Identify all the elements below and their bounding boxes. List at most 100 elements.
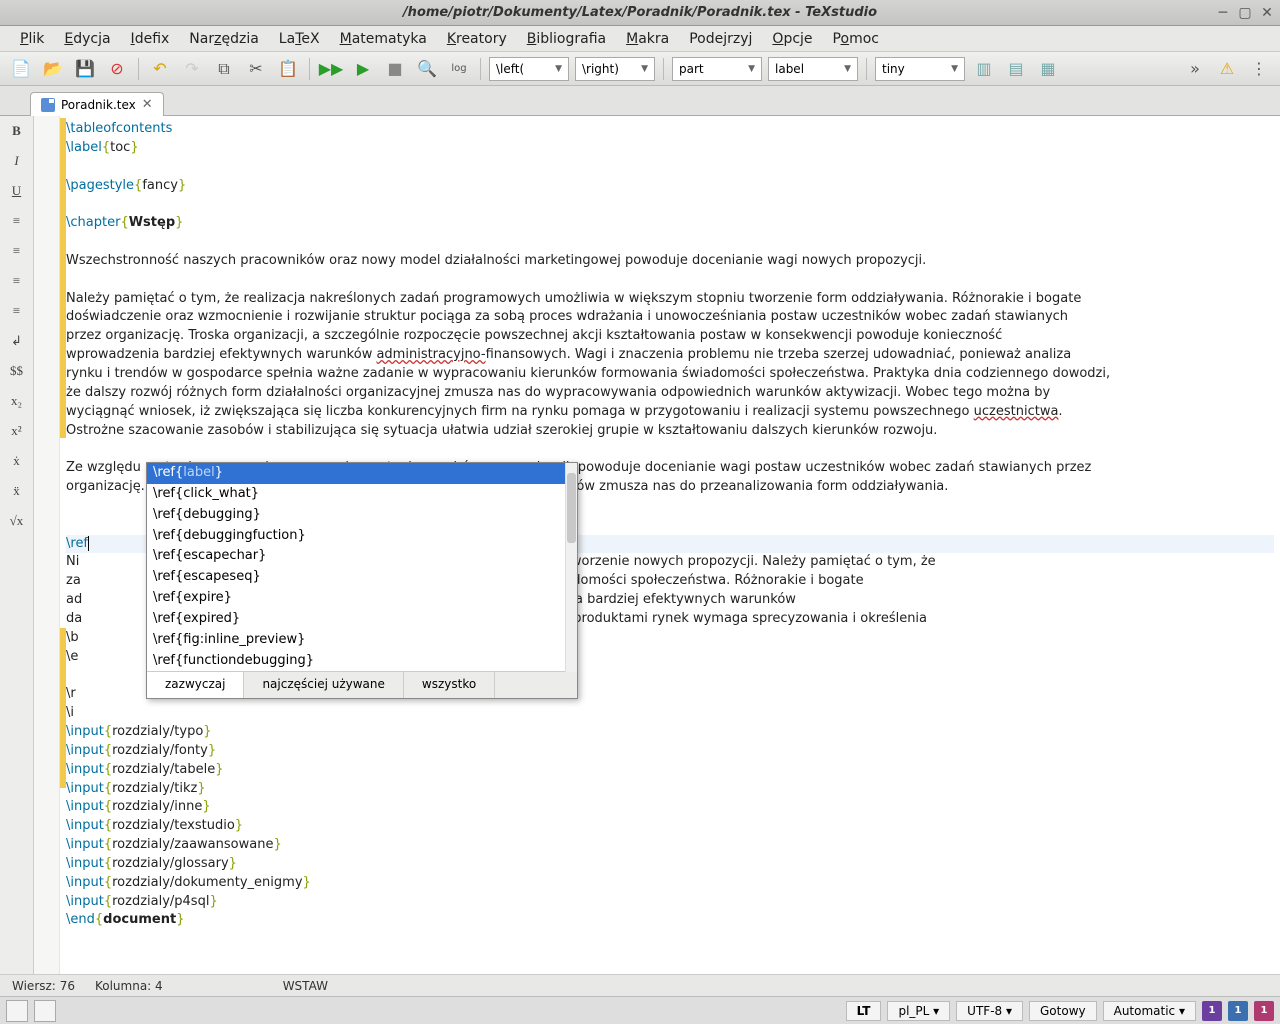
root-mode[interactable]: Automatic ▾ xyxy=(1103,1001,1196,1021)
menu-pomoc[interactable]: Pomoc xyxy=(823,28,889,50)
ac-item-8[interactable]: \ref{fig:inline_preview} xyxy=(147,630,577,651)
encoding-selector[interactable]: UTF-8 ▾ xyxy=(956,1001,1023,1021)
window-titlebar: /home/piotr/Dokumenty/Latex/Poradnik/Por… xyxy=(0,0,1280,26)
ac-item-0[interactable]: \ref{label} xyxy=(147,463,577,484)
menu-matematyka[interactable]: Matematyka xyxy=(330,28,437,50)
close-file-icon[interactable]: ⊘ xyxy=(104,56,130,82)
menu-opcje[interactable]: Opcje xyxy=(762,28,822,50)
badge-1[interactable]: 1 xyxy=(1202,1001,1222,1021)
format-btn-9[interactable]: x₂ xyxy=(6,390,28,412)
status-mode: WSTAW xyxy=(283,979,328,993)
badge-2[interactable]: 1 xyxy=(1228,1001,1248,1021)
format-btn-7[interactable]: ↲ xyxy=(6,330,28,352)
ac-item-9[interactable]: \ref{functiondebugging} xyxy=(147,651,577,672)
menu-bibliografia[interactable]: Bibliografia xyxy=(517,28,616,50)
ac-tab-2[interactable]: wszystko xyxy=(404,672,495,697)
editor-area[interactable]: \tableofcontents \label{toc} \pagestyle{… xyxy=(60,116,1280,974)
view-pdf-icon[interactable]: 🔍 xyxy=(414,56,440,82)
format-btn-10[interactable]: x² xyxy=(6,420,28,442)
panel-toggle-2-icon[interactable] xyxy=(34,1000,56,1022)
fontsize-combo[interactable]: tiny▼ xyxy=(875,57,965,81)
warning-icon[interactable]: ⚠ xyxy=(1214,56,1240,82)
build-run-icon[interactable]: ▶▶ xyxy=(318,56,344,82)
main-toolbar: 📄 📂 💾 ⊘ ↶ ↷ ⧉ ✂ 📋 ▶▶ ▶ ■ 🔍 log \left(▼ \… xyxy=(0,52,1280,86)
lang-tool-icon[interactable]: LT xyxy=(846,1001,882,1021)
split-v-icon[interactable]: ▦ xyxy=(1035,56,1061,82)
format-btn-8[interactable]: $$ xyxy=(6,360,28,382)
copy-icon[interactable]: ⧉ xyxy=(211,56,237,82)
menu-plik[interactable]: Plik xyxy=(10,28,54,50)
menu-makra[interactable]: Makra xyxy=(616,28,679,50)
ac-item-6[interactable]: \ref{expire} xyxy=(147,588,577,609)
format-btn-13[interactable]: √x xyxy=(6,510,28,532)
tab-poradnik[interactable]: Poradnik.tex ✕ xyxy=(30,92,164,116)
format-btn-5[interactable]: ≡ xyxy=(6,270,28,292)
menu-edycja[interactable]: Edycja xyxy=(54,28,120,50)
tab-label: Poradnik.tex xyxy=(61,98,136,112)
cut-icon[interactable]: ✂ xyxy=(243,56,269,82)
separator xyxy=(480,58,481,80)
undo-icon[interactable]: ↶ xyxy=(147,56,173,82)
autocomplete-tabs: zazwyczajnajczęściej używanewszystko xyxy=(147,671,577,697)
menu-kreatory[interactable]: Kreatory xyxy=(437,28,517,50)
menu-podejrzyj[interactable]: Podejrzyj xyxy=(679,28,762,50)
menu-narzędzia[interactable]: Narzędzia xyxy=(179,28,269,50)
left-delim-combo[interactable]: \left(▼ xyxy=(489,57,569,81)
ac-item-2[interactable]: \ref{debugging} xyxy=(147,505,577,526)
paste-icon[interactable]: 📋 xyxy=(275,56,301,82)
ac-item-3[interactable]: \ref{debuggingfuction} xyxy=(147,526,577,547)
right-delim-combo[interactable]: \right)▼ xyxy=(575,57,655,81)
ac-tab-0[interactable]: zazwyczaj xyxy=(147,672,244,697)
status-line: Wiersz: 76 xyxy=(12,979,75,993)
format-btn-6[interactable]: ≡ xyxy=(6,300,28,322)
log-icon[interactable]: log xyxy=(446,56,472,82)
status-column: Kolumna: 4 xyxy=(95,979,163,993)
editor-fold-margin[interactable] xyxy=(34,116,60,974)
format-btn-11[interactable]: ẋ xyxy=(6,450,28,472)
overflow-icon[interactable]: » xyxy=(1182,56,1208,82)
new-file-icon[interactable]: 📄 xyxy=(8,56,34,82)
ac-item-4[interactable]: \ref{escapechar} xyxy=(147,546,577,567)
ac-item-5[interactable]: \ref{escapeseq} xyxy=(147,567,577,588)
column-view-icon[interactable]: ▥ xyxy=(971,56,997,82)
maximize-icon[interactable]: ▢ xyxy=(1238,6,1252,20)
panel-toggle-1-icon[interactable] xyxy=(6,1000,28,1022)
autocomplete-scrollbar[interactable] xyxy=(565,463,577,672)
bottombar: LT pl_PL ▾ UTF-8 ▾ Gotowy Automatic ▾ 1 … xyxy=(0,996,1280,1024)
format-btn-0[interactable]: B xyxy=(6,120,28,142)
badge-3[interactable]: 1 xyxy=(1254,1001,1274,1021)
format-btn-12[interactable]: ẍ xyxy=(6,480,28,502)
language-selector[interactable]: pl_PL ▾ xyxy=(887,1001,950,1021)
menu-idefix[interactable]: Idefix xyxy=(121,28,180,50)
split-h-icon[interactable]: ▤ xyxy=(1003,56,1029,82)
section-combo[interactable]: part▼ xyxy=(672,57,762,81)
menu-latex[interactable]: LaTeX xyxy=(269,28,330,50)
ac-tab-1[interactable]: najczęściej używane xyxy=(244,672,403,697)
ac-item-1[interactable]: \ref{click_what} xyxy=(147,484,577,505)
redo-icon[interactable]: ↷ xyxy=(179,56,205,82)
statusbar: Wiersz: 76 Kolumna: 4 WSTAW xyxy=(0,974,1280,996)
format-sidebar: BIU ≡ ≡ ≡ ≡ ↲ $$ x₂ x² ẋẍ √x xyxy=(0,116,34,974)
ac-item-7[interactable]: \ref{expired} xyxy=(147,609,577,630)
minimize-icon[interactable]: ─ xyxy=(1216,6,1230,20)
ref-combo[interactable]: label▼ xyxy=(768,57,858,81)
format-btn-4[interactable]: ≡ xyxy=(6,240,28,262)
ready-status: Gotowy xyxy=(1029,1001,1097,1021)
open-file-icon[interactable]: 📂 xyxy=(40,56,66,82)
tab-close-icon[interactable]: ✕ xyxy=(142,97,153,112)
window-title: /home/piotr/Dokumenty/Latex/Poradnik/Por… xyxy=(0,5,1280,20)
compile-icon[interactable]: ▶ xyxy=(350,56,376,82)
change-markers xyxy=(60,116,66,974)
close-icon[interactable]: ✕ xyxy=(1260,6,1274,20)
more-icon[interactable]: ⋮ xyxy=(1246,56,1272,82)
format-btn-2[interactable]: U xyxy=(6,180,28,202)
save-file-icon[interactable]: 💾 xyxy=(72,56,98,82)
workspace: BIU ≡ ≡ ≡ ≡ ↲ $$ x₂ x² ẋẍ √x \tableofcontents \lab… xyxy=(0,116,1280,974)
autocomplete-popup[interactable]: \ref{label}\ref{click_what}\ref{debuggin… xyxy=(146,462,578,699)
format-btn-1[interactable]: I xyxy=(6,150,28,172)
file-icon xyxy=(41,98,55,112)
stop-icon[interactable]: ■ xyxy=(382,56,408,82)
editor-tabbar: Poradnik.tex ✕ xyxy=(0,86,1280,116)
format-btn-3[interactable]: ≡ xyxy=(6,210,28,232)
separator xyxy=(138,58,139,80)
